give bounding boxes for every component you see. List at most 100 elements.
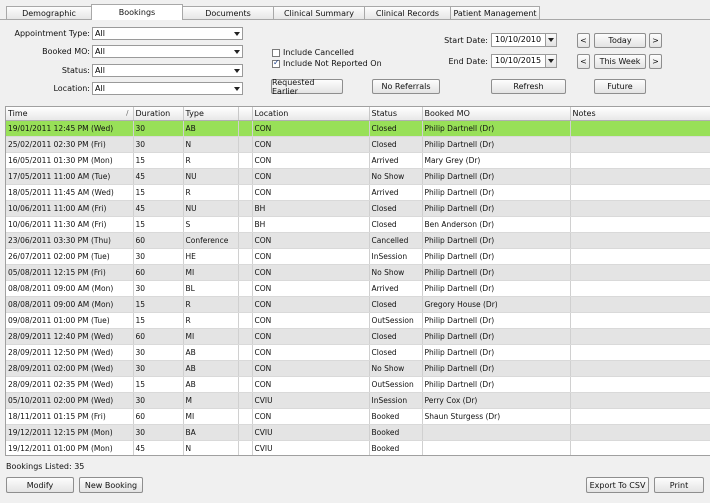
- cell-time: 28/09/2011 12:50 PM (Wed): [6, 344, 134, 361]
- cell-status: Booked: [369, 440, 423, 455]
- requested-earlier-button[interactable]: Requested Earlier: [271, 78, 343, 96]
- table-row[interactable]: 05/10/2011 02:00 PM (Wed) 30 M CVIU InSessio…: [6, 392, 710, 409]
- table-row[interactable]: 23/06/2011 03:30 PM (Thu) 60 Conference CON…: [6, 232, 710, 249]
- table-row[interactable]: 28/09/2011 02:00 PM (Wed) 30 AB CON No Show P…: [6, 360, 710, 377]
- cell-type: AB: [183, 344, 239, 361]
- cell-notes: [570, 248, 710, 265]
- cell-duration: 15: [133, 152, 184, 169]
- table-row[interactable]: 28/09/2011 12:40 PM (Wed) 60 MI CON Closed Ph…: [6, 328, 710, 345]
- start-date-dropdown[interactable]: [545, 33, 557, 47]
- table-row[interactable]: 19/12/2011 01:00 PM (Mon) 45 N CVIU Booked: [6, 440, 710, 455]
- table-row[interactable]: 19/01/2011 12:45 PM (Wed) 30 AB CON Closed Ph…: [6, 120, 710, 137]
- cell-duration: 45: [133, 200, 184, 217]
- next-day-button[interactable]: >: [649, 33, 662, 48]
- cell-booked-mo: [422, 440, 571, 455]
- tab-bookings[interactable]: Bookings: [91, 4, 183, 20]
- column-header-duration[interactable]: Duration: [133, 107, 184, 121]
- end-date-input[interactable]: 10/10/2015: [491, 54, 546, 68]
- cell-status: Closed: [369, 296, 423, 313]
- chevron-down-icon: [234, 32, 240, 36]
- table-row[interactable]: 09/08/2011 01:00 PM (Tue) 15 R CON OutSessio…: [6, 312, 710, 329]
- cell-type: HE: [183, 248, 239, 265]
- column-header-booked-mo[interactable]: Booked MO: [422, 107, 571, 121]
- table-row[interactable]: 08/08/2011 09:00 AM (Mon) 30 BL CON Arrived P…: [6, 280, 710, 297]
- cell-location: CVIU: [252, 440, 370, 455]
- cell-time: 19/01/2011 12:45 PM (Wed): [6, 120, 134, 137]
- column-header-status[interactable]: Status: [369, 107, 423, 121]
- include-cancelled-label: Include Cancelled: [283, 48, 354, 57]
- future-button[interactable]: Future: [594, 79, 646, 94]
- table-row[interactable]: 28/09/2011 12:50 PM (Wed) 30 AB CON Closed Ph…: [6, 344, 710, 361]
- table-row[interactable]: 10/06/2011 11:30 AM (Fri) 15 S BH Closed Ben …: [6, 216, 710, 233]
- cell-status: Arrived: [369, 152, 423, 169]
- table-row[interactable]: 28/09/2011 02:35 PM (Wed) 15 AB CON OutSessi…: [6, 376, 710, 393]
- column-header-notes[interactable]: Notes: [570, 107, 710, 121]
- start-date-label: Start Date:: [444, 36, 488, 45]
- chevron-down-icon: [548, 59, 554, 63]
- new-booking-button[interactable]: New Booking: [79, 477, 143, 493]
- cell-duration: 15: [133, 184, 184, 201]
- tab-clinical-records[interactable]: Clinical Records: [364, 6, 451, 19]
- cell-duration: 15: [133, 312, 184, 329]
- table-row[interactable]: 25/02/2011 02:30 PM (Fri) 30 N CON Closed Phi…: [6, 136, 710, 153]
- column-header-blank[interactable]: [238, 107, 253, 121]
- booked-mo-select[interactable]: All: [92, 45, 243, 58]
- table-row[interactable]: 05/08/2011 12:15 PM (Fri) 60 MI CON No Show P…: [6, 264, 710, 281]
- today-button[interactable]: Today: [594, 33, 646, 48]
- table-row[interactable]: 26/07/2011 02:00 PM (Tue) 30 HE CON InSessio…: [6, 248, 710, 265]
- refresh-button[interactable]: Refresh: [491, 79, 566, 94]
- cell-notes: [570, 408, 710, 425]
- table-row[interactable]: 18/11/2011 01:15 PM (Fri) 60 MI CON Booked Sh…: [6, 408, 710, 425]
- export-csv-button[interactable]: Export To CSV: [586, 477, 649, 493]
- no-referrals-button[interactable]: No Referrals: [372, 79, 440, 94]
- table-row[interactable]: 16/05/2011 01:30 PM (Mon) 15 R CON Arrived Ma…: [6, 152, 710, 169]
- table-row[interactable]: 18/05/2011 11:45 AM (Wed) 15 R CON Arrived Ph…: [6, 184, 710, 201]
- include-cancelled-checkbox[interactable]: Include Cancelled: [272, 48, 354, 57]
- tab-patient-management[interactable]: Patient Management: [450, 6, 540, 19]
- end-date-dropdown[interactable]: [545, 54, 557, 68]
- column-header-location[interactable]: Location: [252, 107, 370, 121]
- bookings-table: Time / Duration Type Location Status Book…: [6, 107, 710, 455]
- tab-documents[interactable]: Documents: [182, 6, 274, 19]
- cell-blank: [238, 344, 253, 361]
- modify-button[interactable]: Modify: [6, 477, 74, 493]
- cell-blank: [238, 216, 253, 233]
- cell-notes: [570, 360, 710, 377]
- include-not-reported-label: Include Not Reported On: [283, 59, 382, 68]
- status-select[interactable]: All: [92, 64, 243, 77]
- cell-notes: [570, 424, 710, 441]
- tab-demographic[interactable]: Demographic: [6, 6, 92, 19]
- appointment-type-select[interactable]: All: [92, 27, 243, 40]
- bookings-count-label: Bookings Listed: 35: [6, 462, 85, 471]
- next-week-button[interactable]: >: [649, 54, 662, 69]
- cell-duration: 60: [133, 264, 184, 281]
- cell-duration: 45: [133, 168, 184, 185]
- cell-booked-mo: Shaun Sturgess (Dr): [422, 408, 571, 425]
- cell-status: No Show: [369, 264, 423, 281]
- bookings-grid[interactable]: Time / Duration Type Location Status Book…: [5, 106, 710, 456]
- prev-week-button[interactable]: <: [577, 54, 590, 69]
- print-button[interactable]: Print: [654, 477, 704, 493]
- location-value: All: [95, 84, 105, 93]
- cell-duration: 30: [133, 120, 184, 137]
- table-row[interactable]: 17/05/2011 11:00 AM (Tue) 45 NU CON No Show P…: [6, 168, 710, 185]
- column-header-type[interactable]: Type: [183, 107, 239, 121]
- table-row[interactable]: 10/06/2011 11:00 AM (Fri) 45 NU BH Closed Phi…: [6, 200, 710, 217]
- cell-blank: [238, 136, 253, 153]
- cell-booked-mo: Philip Dartnell (Dr): [422, 344, 571, 361]
- cell-time: 05/08/2011 12:15 PM (Fri): [6, 264, 134, 281]
- table-row[interactable]: 08/08/2011 09:00 AM (Mon) 15 R CON Closed Gre…: [6, 296, 710, 313]
- start-date-input[interactable]: 10/10/2010: [491, 33, 546, 47]
- cell-status: Closed: [369, 344, 423, 361]
- this-week-button[interactable]: This Week: [594, 54, 646, 69]
- sort-indicator-icon: /: [126, 109, 129, 117]
- cell-status: Arrived: [369, 280, 423, 297]
- cell-duration: 30: [133, 424, 184, 441]
- location-select[interactable]: All: [92, 82, 243, 95]
- cell-notes: [570, 232, 710, 249]
- prev-day-button[interactable]: <: [577, 33, 590, 48]
- tab-clinical-summary[interactable]: Clinical Summary: [273, 6, 365, 19]
- table-row[interactable]: 19/12/2011 12:15 PM (Mon) 30 BA CVIU Booked: [6, 424, 710, 441]
- column-header-time[interactable]: Time /: [6, 107, 134, 121]
- include-not-reported-checkbox[interactable]: Include Not Reported On: [272, 58, 382, 68]
